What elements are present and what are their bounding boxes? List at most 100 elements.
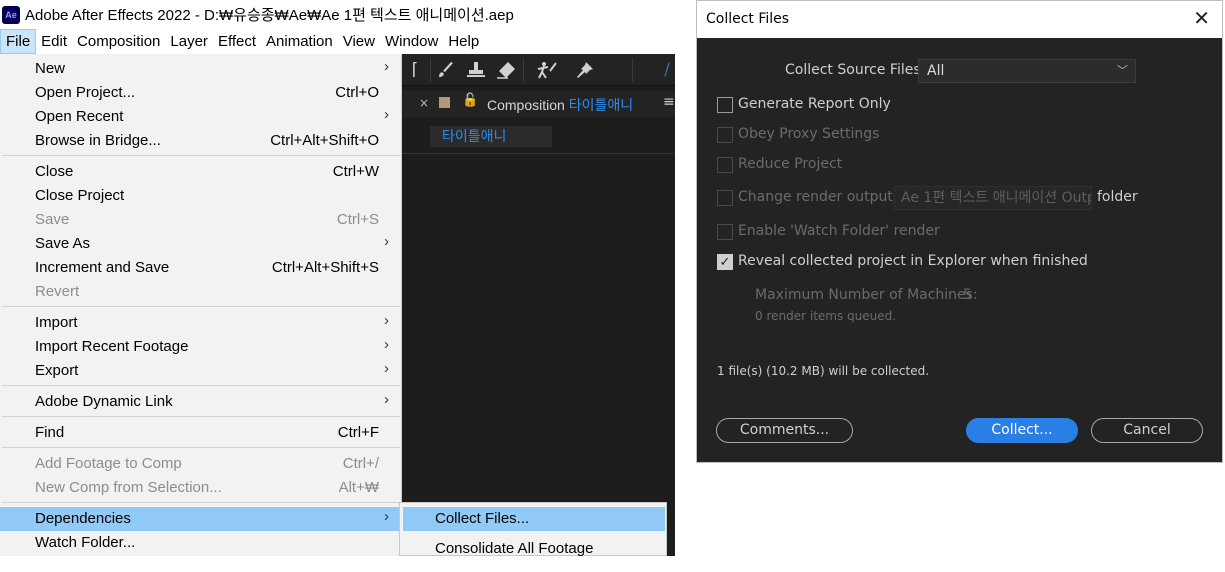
file-menu-item-watch-folder[interactable]: Watch Folder... [0, 531, 400, 555]
submenu-arrow-icon: › [384, 391, 389, 408]
snapping-icon[interactable]: ∕ [654, 58, 680, 82]
menu-separator [2, 155, 400, 156]
roto-brush-tool-icon[interactable] [534, 58, 560, 82]
panel-divider [402, 153, 675, 154]
submenu-arrow-icon: › [384, 312, 389, 329]
submenu-item-collect-files[interactable]: Collect Files... [403, 507, 665, 531]
file-menu-item-close-project[interactable]: Close Project [0, 184, 400, 208]
collect-source-files-select[interactable]: All ﹀ [918, 59, 1136, 83]
generate-report-only-label: Generate Report Only [738, 96, 891, 112]
composition-tab-name: 타이틀애니 [568, 97, 634, 113]
close-icon[interactable]: ✕ [1193, 7, 1210, 29]
file-menu-item-save[interactable]: Save Ctrl+S [0, 208, 400, 232]
menu-animation[interactable]: Animation [261, 29, 338, 54]
app-workspace: ⌈ ∕ × 🔓 Composition 타이틀애니 ≡ 타이틀애니 [402, 54, 675, 556]
file-menu-item-import-recent-footage[interactable]: Import Recent Footage › [0, 335, 400, 359]
enable-watch-folder-label: Enable 'Watch Folder' render [738, 223, 940, 239]
menu-separator [2, 416, 400, 417]
panel-menu-icon[interactable]: ≡ [663, 94, 675, 110]
cancel-button[interactable]: Cancel [1091, 418, 1203, 443]
menu-layer[interactable]: Layer [165, 29, 213, 54]
reveal-in-explorer-label: Reveal collected project in Explorer whe… [738, 253, 1088, 269]
puppet-pin-tool-icon[interactable] [572, 58, 598, 82]
max-machines-label: Maximum Number of Machines: [755, 287, 978, 303]
composition-tab-prefix: Composition [487, 97, 565, 113]
file-menu-item-new-comp-from-selection[interactable]: New Comp from Selection... Alt+₩ [0, 476, 400, 500]
file-menu-item-adobe-dynamic-link[interactable]: Adobe Dynamic Link › [0, 390, 400, 414]
submenu-arrow-icon: › [384, 106, 389, 123]
submenu-arrow-icon: › [384, 360, 389, 377]
menu-composition[interactable]: Composition [72, 29, 165, 54]
change-render-output-checkbox[interactable] [717, 190, 733, 206]
menu-effect[interactable]: Effect [213, 29, 261, 54]
max-machines-value[interactable]: 5 [963, 287, 972, 303]
submenu-arrow-icon: › [384, 58, 389, 75]
dependencies-submenu: Collect Files... Consolidate All Footage [399, 502, 667, 557]
obey-proxy-settings-checkbox[interactable] [717, 127, 733, 143]
toolbar-divider [523, 58, 524, 82]
menubar: File Edit Composition Layer Effect Anima… [0, 29, 675, 54]
clone-stamp-tool-icon[interactable] [463, 58, 489, 82]
composition-color-swatch [439, 97, 450, 108]
collect-files-dialog: Collect Files ✕ Collect Source Files: Al… [696, 0, 1223, 463]
menu-separator [2, 447, 400, 448]
file-menu-dropdown: New › Open Project... Ctrl+O Open Recent… [0, 54, 402, 556]
submenu-arrow-icon: › [384, 233, 389, 250]
dialog-titlebar: Collect Files ✕ [697, 1, 1222, 38]
brush-tool-icon[interactable] [433, 58, 459, 82]
folder-suffix-label: folder [1097, 189, 1138, 205]
composition-tab[interactable]: Composition 타이틀애니 [487, 95, 633, 115]
enable-watch-folder-checkbox[interactable] [717, 224, 733, 240]
render-queue-status: 0 render items queued. [755, 309, 897, 323]
file-menu-item-find[interactable]: Find Ctrl+F [0, 421, 400, 445]
file-menu-item-open-project[interactable]: Open Project... Ctrl+O [0, 81, 400, 105]
file-menu-item-dependencies[interactable]: Dependencies › [0, 507, 400, 531]
menu-window[interactable]: Window [380, 29, 443, 54]
file-menu-item-new[interactable]: New › [0, 57, 400, 81]
file-menu-item-browse-in-bridge[interactable]: Browse in Bridge... Ctrl+Alt+Shift+O [0, 129, 400, 153]
file-menu-item-increment-and-save[interactable]: Increment and Save Ctrl+Alt+Shift+S [0, 256, 400, 280]
composition-navigator-chip[interactable]: 타이틀애니 [430, 126, 552, 147]
render-output-folder-field[interactable]: Ae 1편 텍스트 애니메이션 Output [894, 186, 1092, 210]
composition-panel-tabbar: × 🔓 Composition 타이틀애니 ≡ [402, 91, 675, 117]
menu-edit[interactable]: Edit [36, 29, 72, 54]
eraser-tool-icon[interactable] [493, 58, 519, 82]
menu-separator [2, 385, 400, 386]
file-menu-item-export[interactable]: Export › [0, 359, 400, 383]
menu-separator [2, 306, 400, 307]
text-tool-icon[interactable]: ⌈ [402, 58, 428, 82]
file-menu-item-save-as[interactable]: Save As › [0, 232, 400, 256]
window-title: Adobe After Effects 2022 - D:₩유승종₩Ae₩Ae … [25, 7, 514, 24]
toolbar-divider [632, 58, 633, 82]
file-menu-item-import[interactable]: Import › [0, 311, 400, 335]
obey-proxy-settings-label: Obey Proxy Settings [738, 126, 880, 142]
lock-icon[interactable]: 🔓 [462, 93, 478, 108]
file-menu-item-revert[interactable]: Revert [0, 280, 400, 304]
collect-source-files-label: Collect Source Files: [785, 62, 926, 78]
generate-report-only-checkbox[interactable] [717, 97, 733, 113]
submenu-item-consolidate-all-footage[interactable]: Consolidate All Footage [403, 537, 665, 561]
menu-help[interactable]: Help [443, 29, 484, 54]
window-titlebar: Ae Adobe After Effects 2022 - D:₩유승종₩Ae₩… [0, 0, 675, 29]
dialog-title: Collect Files [706, 11, 790, 27]
chevron-down-icon: ﹀ [1117, 64, 1128, 77]
file-menu-item-open-recent[interactable]: Open Recent › [0, 105, 400, 129]
reveal-in-explorer-checkbox[interactable]: ✓ [717, 254, 733, 270]
collect-source-files-value: All [927, 63, 945, 79]
collect-button[interactable]: Collect... [966, 418, 1078, 443]
close-icon[interactable]: × [419, 96, 429, 110]
submenu-arrow-icon: › [384, 336, 389, 353]
menu-separator [2, 502, 400, 503]
menu-file[interactable]: File [0, 29, 37, 54]
file-menu-item-close[interactable]: Close Ctrl+W [0, 160, 400, 184]
reduce-project-checkbox[interactable] [717, 157, 733, 173]
comments-button[interactable]: Comments... [716, 418, 853, 443]
tools-toolbar: ⌈ ∕ [402, 54, 675, 86]
change-render-output-label: Change render output to [738, 189, 912, 205]
submenu-arrow-icon: › [384, 508, 389, 525]
toolbar-divider [430, 58, 431, 82]
after-effects-logo-icon: Ae [2, 5, 20, 24]
menu-view[interactable]: View [338, 29, 380, 54]
file-menu-item-add-footage-to-comp[interactable]: Add Footage to Comp Ctrl+/ [0, 452, 400, 476]
collect-summary: 1 file(s) (10.2 MB) will be collected. [717, 364, 930, 378]
